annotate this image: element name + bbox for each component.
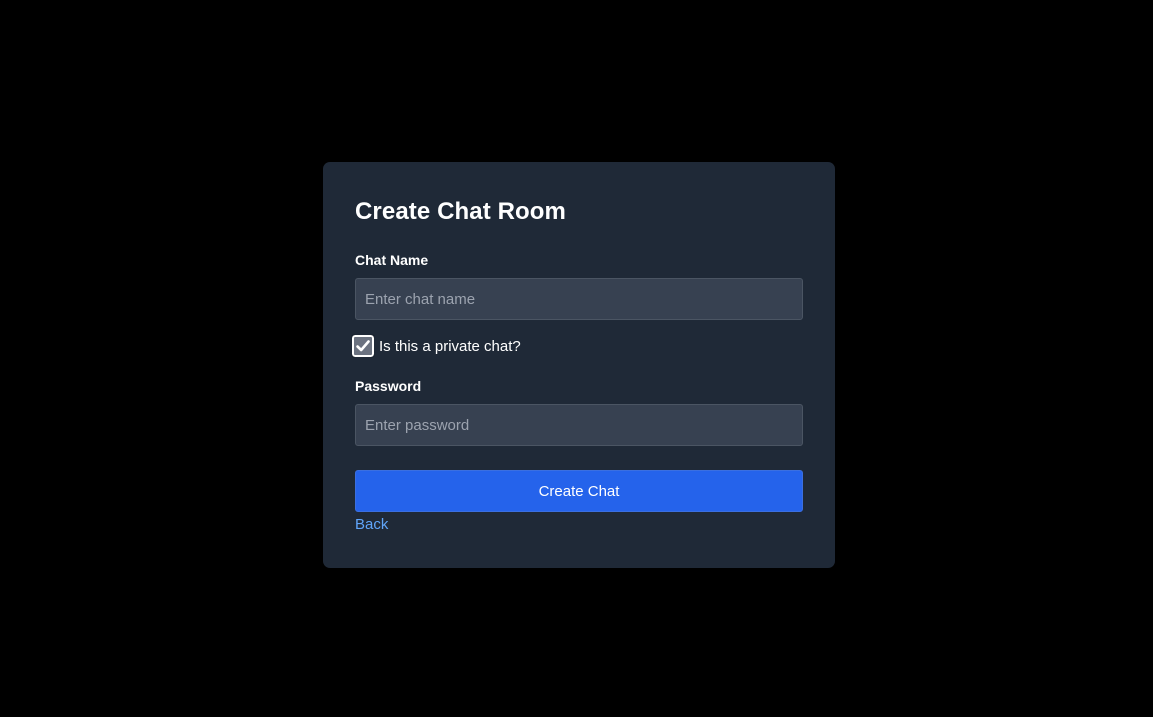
private-chat-label[interactable]: Is this a private chat? (379, 338, 521, 355)
page-title: Create Chat Room (355, 198, 566, 225)
create-chat-button[interactable]: Create Chat (355, 470, 803, 512)
create-chat-card: Create Chat Room Chat Name Is this a pri… (323, 162, 835, 568)
private-chat-row: Is this a private chat? (351, 334, 521, 358)
password-label: Password (355, 378, 422, 394)
back-link[interactable]: Back (355, 516, 388, 533)
password-input[interactable] (355, 404, 803, 446)
chat-name-label: Chat Name (355, 252, 429, 268)
private-chat-checkbox[interactable] (351, 334, 375, 358)
checkmark-icon (356, 340, 370, 352)
chat-name-input[interactable] (355, 278, 803, 320)
